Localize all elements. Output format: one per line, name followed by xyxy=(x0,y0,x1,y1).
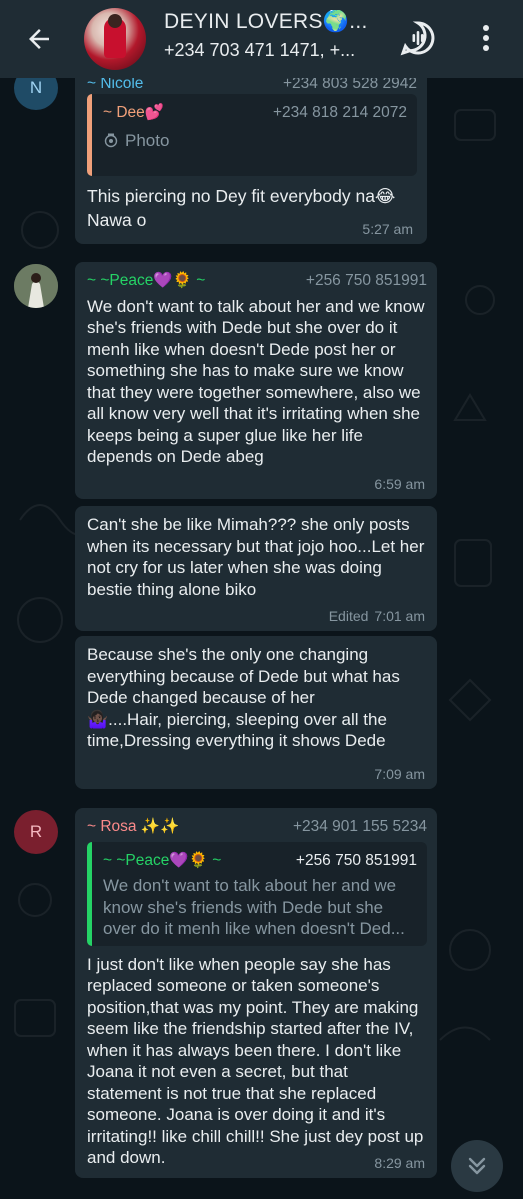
back-button[interactable] xyxy=(22,22,56,56)
avatar-letter: R xyxy=(29,822,43,841)
avatar-peace[interactable] xyxy=(14,264,58,308)
more-options-button[interactable] xyxy=(474,22,498,54)
camera-icon xyxy=(104,133,118,148)
message-meta: Edited 7:01 am xyxy=(329,606,425,628)
message-time: 6:59 am xyxy=(374,475,425,492)
quote-body: We don't want to talk about her and we k… xyxy=(103,876,405,938)
message-text-a: Because she's the only one changing ever… xyxy=(87,645,400,707)
double-chevron-down-icon xyxy=(468,1157,486,1175)
group-call-button[interactable] xyxy=(400,20,436,56)
sender-name: ~ ~Peace💜🌻 ~ xyxy=(87,272,206,289)
message-text-b: 🤷🏿‍♀️....Hair, piercing, sleeping over a… xyxy=(87,709,387,751)
sender-name: ~ Rosa ✨✨ xyxy=(87,818,180,835)
sender-phone: +234 901 155 5234 xyxy=(292,818,427,835)
message-text: We don't want to talk about her and we k… xyxy=(87,296,425,467)
edited-label: Edited xyxy=(328,607,369,624)
message-bubble-peace-2[interactable]: Can't she be like Mimah??? she only post… xyxy=(75,506,437,631)
more-vert-icon xyxy=(483,25,489,51)
quoted-message[interactable]: ~ ~Peace💜🌻 ~ +256 750 851991 We don't wa… xyxy=(87,841,427,946)
sender-phone: +256 750 851991 xyxy=(305,272,427,289)
message-time: 8:29 am xyxy=(374,1154,425,1171)
group-info[interactable]: DEYIN LOVERS🌍... +234 703 471 1471, +... xyxy=(164,10,394,61)
quote-phone: +256 750 851991 xyxy=(295,851,417,869)
chat-header: DEYIN LOVERS🌍... +234 703 471 1471, +... xyxy=(0,0,523,78)
message-text: Can't she be like Mimah??? she only post… xyxy=(87,515,425,599)
message-bubble-peace-3[interactable]: Because she's the only one changing ever… xyxy=(75,636,437,789)
message-bubble-peace[interactable]: ~ ~Peace💜🌻 ~ +256 750 851991 We don't wa… xyxy=(75,262,437,499)
chat-screen: DEYIN LOVERS🌍... +234 703 471 1471, +...… xyxy=(0,0,523,1199)
group-avatar[interactable] xyxy=(84,8,146,70)
message-time: 5:27 am xyxy=(362,220,413,237)
avatar-rosa[interactable]: R xyxy=(14,810,58,854)
message-time: 7:09 am xyxy=(374,765,425,782)
quote-body: Photo xyxy=(125,130,170,150)
message-text: I just don't like when people say she ha… xyxy=(87,954,424,1168)
quoted-message[interactable]: ~ Dee💕 +234 818 214 2072 Photo xyxy=(87,94,417,176)
group-call-icon xyxy=(400,21,435,56)
group-title: DEYIN LOVERS🌍... xyxy=(164,10,368,33)
avatar-letter: N xyxy=(29,78,43,97)
quote-sender: ~ Dee💕 xyxy=(103,104,165,121)
arrow-left-icon xyxy=(29,29,49,49)
sender-line: ~ Rosa ✨✨ +234 901 155 5234 xyxy=(87,816,427,838)
message-time: 7:01 am xyxy=(374,607,425,624)
scroll-to-bottom-button[interactable] xyxy=(451,1140,503,1192)
profile-photo xyxy=(14,264,58,308)
message-bubble-rosa[interactable]: ~ Rosa ✨✨ +234 901 155 5234 ~ ~Peace💜🌻 ~… xyxy=(75,808,437,1178)
sender-line: ~ ~Peace💜🌻 ~ +256 750 851991 xyxy=(87,270,427,292)
quote-phone: +234 818 214 2072 xyxy=(272,104,407,121)
quote-sender: ~ ~Peace💜🌻 ~ xyxy=(103,851,222,869)
group-members: +234 703 471 1471, +... xyxy=(164,40,356,60)
